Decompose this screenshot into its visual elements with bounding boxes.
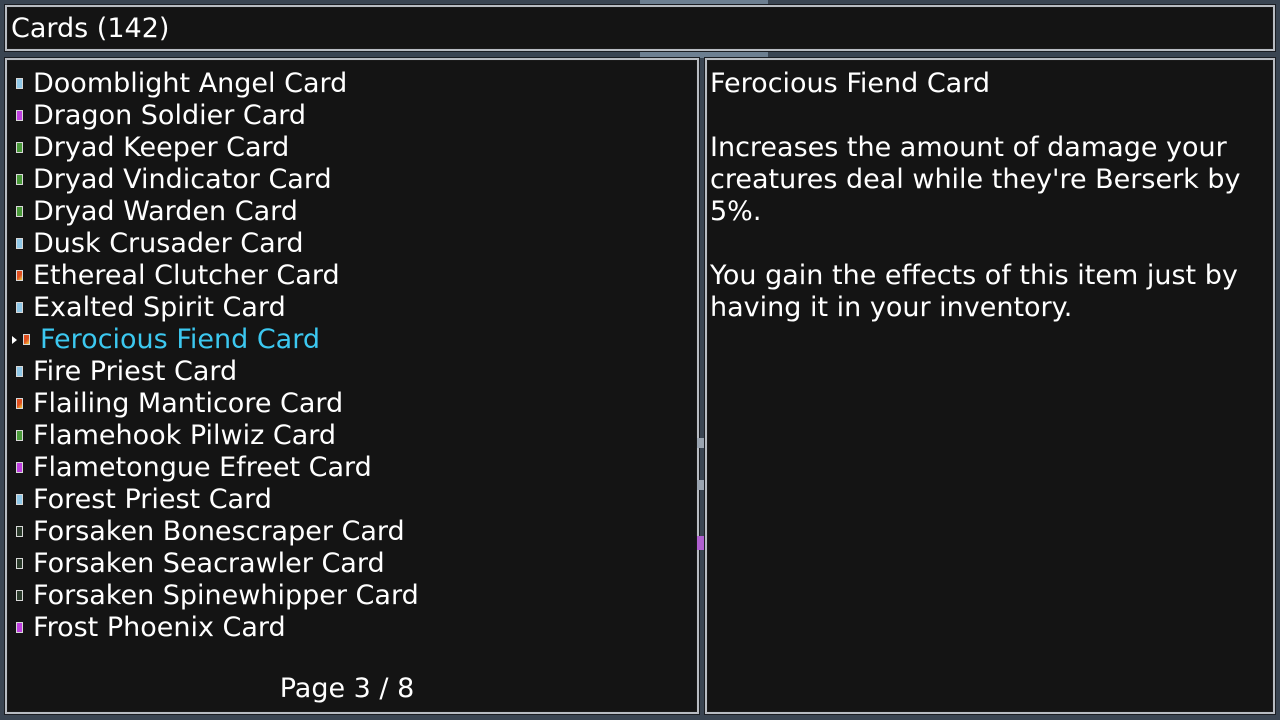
card-list-item[interactable]: Doomblight Angel Card xyxy=(7,68,687,100)
card-list-item[interactable]: Dryad Keeper Card xyxy=(7,132,687,164)
scroll-marker xyxy=(697,480,705,490)
card-name: Ferocious Fiend Card xyxy=(40,324,320,355)
card-list-item[interactable]: Forsaken Bonescraper Card xyxy=(7,516,687,548)
card-rarity-icon xyxy=(16,366,23,377)
card-rarity-icon xyxy=(23,334,30,345)
card-list-item[interactable]: Flametongue Efreet Card xyxy=(7,452,687,484)
card-rarity-icon xyxy=(16,398,23,409)
card-rarity-icon xyxy=(16,590,23,601)
card-name: Ethereal Clutcher Card xyxy=(33,260,340,291)
card-list-item[interactable]: Forsaken Spinewhipper Card xyxy=(7,580,687,612)
card-name: Frost Phoenix Card xyxy=(33,612,286,643)
card-list-item[interactable]: Dryad Warden Card xyxy=(7,196,687,228)
detail-note: You gain the effects of this item just b… xyxy=(710,260,1238,323)
card-name: Forsaken Seacrawler Card xyxy=(33,548,385,579)
card-list-item-selected[interactable]: Ferocious Fiend Card xyxy=(7,324,687,356)
card-list: Doomblight Angel Card Dragon Soldier Card… xyxy=(7,68,687,644)
card-rarity-icon xyxy=(16,494,23,505)
card-list-item[interactable]: Forsaken Seacrawler Card xyxy=(7,548,687,580)
card-rarity-icon xyxy=(16,622,23,633)
card-list-item[interactable]: Dusk Crusader Card xyxy=(7,228,687,260)
card-list-panel[interactable]: Doomblight Angel Card Dragon Soldier Card… xyxy=(4,57,700,715)
card-rarity-icon xyxy=(16,238,23,249)
card-name: Dragon Soldier Card xyxy=(33,100,307,131)
detail-description: Increases the amount of damage your crea… xyxy=(710,132,1241,227)
card-rarity-icon xyxy=(16,142,23,153)
background-strip xyxy=(640,50,768,58)
card-name: Flametongue Efreet Card xyxy=(33,452,372,483)
card-name: Dryad Warden Card xyxy=(33,196,298,227)
title-panel: Cards (142) xyxy=(4,4,1276,52)
card-rarity-icon xyxy=(16,558,23,569)
card-list-item[interactable]: Forest Priest Card xyxy=(7,484,687,516)
card-name: Forsaken Spinewhipper Card xyxy=(33,580,419,611)
card-list-item[interactable]: Fire Priest Card xyxy=(7,356,687,388)
card-rarity-icon xyxy=(16,78,23,89)
card-list-item[interactable]: Ethereal Clutcher Card xyxy=(7,260,687,292)
card-name: Flailing Manticore Card xyxy=(33,388,344,419)
card-name: Fire Priest Card xyxy=(33,356,238,387)
detail-title: Ferocious Fiend Card xyxy=(710,68,990,99)
card-list-item[interactable]: Frost Phoenix Card xyxy=(7,612,687,644)
card-rarity-icon xyxy=(16,110,23,121)
card-name: Doomblight Angel Card xyxy=(33,68,348,99)
card-list-item[interactable]: Flamehook Pilwiz Card xyxy=(7,420,687,452)
card-list-item[interactable]: Dryad Vindicator Card xyxy=(7,164,687,196)
card-detail-panel: Ferocious Fiend Card Increases the amoun… xyxy=(704,57,1276,715)
inventory-title: Cards (142) xyxy=(11,13,170,44)
scroll-marker xyxy=(697,438,705,448)
selection-cursor-icon xyxy=(12,336,17,344)
card-rarity-icon xyxy=(16,462,23,473)
card-name: Dryad Keeper Card xyxy=(33,132,290,163)
card-rarity-icon xyxy=(16,206,23,217)
page-indicator: Page 3 / 8 xyxy=(279,673,415,704)
card-name: Forest Priest Card xyxy=(33,484,272,515)
card-name: Exalted Spirit Card xyxy=(33,292,286,323)
card-rarity-icon xyxy=(16,302,23,313)
card-list-item[interactable]: Flailing Manticore Card xyxy=(7,388,687,420)
card-rarity-icon xyxy=(16,526,23,537)
card-rarity-icon xyxy=(16,430,23,441)
card-name: Dusk Crusader Card xyxy=(33,228,304,259)
card-rarity-icon xyxy=(16,270,23,281)
card-list-item[interactable]: Dragon Soldier Card xyxy=(7,100,687,132)
card-name: Forsaken Bonescraper Card xyxy=(33,516,405,547)
card-list-item[interactable]: Exalted Spirit Card xyxy=(7,292,687,324)
card-name: Dryad Vindicator Card xyxy=(33,164,332,195)
scroll-marker xyxy=(697,536,705,550)
card-rarity-icon xyxy=(16,174,23,185)
card-name: Flamehook Pilwiz Card xyxy=(33,420,337,451)
